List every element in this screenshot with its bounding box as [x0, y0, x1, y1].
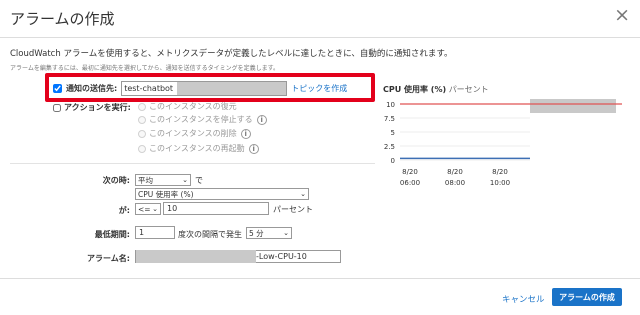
info-icon[interactable]: i — [256, 114, 267, 125]
dialog-sub-description: アラームを編集するには、最初に通知先を選択してから、通知を送信するタイミングを定… — [10, 65, 280, 72]
chart-y-tick-label: 7.5 — [384, 115, 395, 123]
radio-stop-label: このインスタンスを停止する — [149, 115, 253, 124]
chevron-down-icon: ⌄ — [152, 205, 158, 213]
radio-reboot-input[interactable] — [138, 144, 146, 153]
period-text: 度次の間隔で発生 — [178, 230, 242, 239]
info-icon[interactable]: i — [248, 143, 259, 154]
radio-stop-input[interactable] — [138, 115, 146, 124]
chart-x-tick-label: 10:00 — [490, 179, 510, 187]
alarm-name-suffix: -Low-CPU-10 — [256, 252, 307, 261]
chevron-down-icon: ⌄ — [283, 229, 289, 237]
radio-terminate[interactable]: このインスタンスの削除 i — [138, 128, 251, 139]
statistic-suffix: で — [195, 176, 203, 185]
dialog-header: アラームの作成 × — [0, 0, 640, 38]
is-label: が: — [118, 206, 130, 215]
period-count-input[interactable]: 1 — [135, 226, 175, 239]
operator-select[interactable]: <= ⌄ — [135, 203, 161, 215]
threshold-input[interactable]: 10 — [163, 202, 269, 215]
chevron-down-icon: ⌄ — [300, 190, 306, 198]
radio-reboot[interactable]: このインスタンスの再起動 i — [138, 143, 259, 154]
operator-value: <= — [138, 204, 151, 214]
chart-y-tick-label: 2.5 — [384, 143, 395, 151]
action-label: アクションを実行: — [64, 103, 131, 112]
chart-metric-title: CPU 使用率 (%) — [383, 85, 447, 94]
chart-x-tick-label: 8/20 — [447, 168, 463, 176]
threshold-unit: パーセント — [273, 205, 313, 214]
chart-y-tick-label: 0 — [391, 157, 395, 165]
statistic-value: 平均 — [138, 175, 153, 185]
dialog-title: アラームの作成 — [10, 10, 115, 28]
create-alarm-button[interactable]: アラームの作成 — [552, 288, 622, 306]
close-icon[interactable]: × — [614, 6, 630, 25]
dialog-description: CloudWatch アラームを使用すると、メトリクスデータが定義したレベルに達… — [10, 49, 453, 59]
chart-x-tick-label: 8/20 — [492, 168, 508, 176]
cpu-chart: 10 7.5 5 2.5 0 8/20 06:00 8/20 08:00 8/20 10:00 — [384, 101, 622, 187]
chart-title: CPU 使用率 (%) パーセント — [383, 84, 489, 95]
redacted-region — [136, 250, 256, 263]
highlight-box — [45, 73, 375, 102]
chart-x-tick-label: 08:00 — [445, 179, 465, 187]
radio-stop[interactable]: このインスタンスを停止する i — [138, 114, 267, 125]
chevron-down-icon: ⌄ — [182, 176, 188, 184]
action-row: アクションを実行: — [53, 102, 131, 113]
chart-y-tick-label: 5 — [391, 129, 395, 137]
period-value: 5 分 — [249, 228, 264, 238]
when-label: 次の時: — [102, 176, 130, 185]
chart-x-tick-label: 06:00 — [400, 179, 420, 187]
info-icon[interactable]: i — [240, 128, 251, 139]
chart-y-tick-label: 10 — [386, 101, 395, 109]
alarm-name-input[interactable]: -Low-CPU-10 — [135, 250, 341, 263]
period-select[interactable]: 5 分 ⌄ — [246, 227, 292, 239]
action-checkbox[interactable] — [53, 103, 61, 112]
section-divider — [10, 163, 375, 164]
radio-recover-input[interactable] — [138, 102, 146, 111]
radio-recover[interactable]: このインスタンスの復元 — [138, 101, 237, 112]
metric-select[interactable]: CPU 使用率 (%) ⌄ — [135, 188, 309, 200]
period-label: 最低期間: — [94, 230, 130, 239]
alarm-name-label: アラーム名: — [87, 254, 130, 263]
chart-unit-label: パーセント — [448, 85, 489, 94]
radio-terminate-input[interactable] — [138, 129, 146, 138]
cancel-button[interactable]: キャンセル — [502, 293, 545, 305]
radio-recover-label: このインスタンスの復元 — [149, 102, 237, 111]
radio-reboot-label: このインスタンスの再起動 — [149, 144, 245, 153]
radio-terminate-label: このインスタンスの削除 — [149, 129, 237, 138]
chart-x-tick-label: 8/20 — [402, 168, 418, 176]
statistic-select[interactable]: 平均 ⌄ — [135, 174, 191, 186]
metric-value: CPU 使用率 (%) — [138, 189, 194, 199]
